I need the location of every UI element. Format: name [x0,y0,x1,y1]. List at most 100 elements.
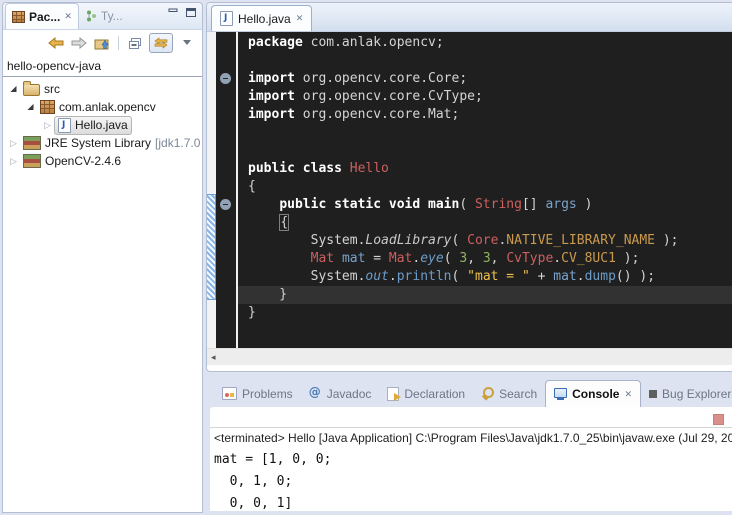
tab-hello-java[interactable]: Hello.java [211,5,312,31]
close-icon[interactable] [296,14,304,23]
code-line[interactable] [248,142,732,160]
package-explorer-icon [12,11,25,23]
tree-item-label: com.anlak.opencv [59,100,156,114]
code-text[interactable]: package com.anlak.opencv; import org.open… [238,32,732,348]
editor-area: Hello.java package com.anlak.opencv; impo… [206,2,732,372]
code-line[interactable]: { [248,178,732,196]
tab-search[interactable]: Search [473,380,545,407]
square-icon [649,390,657,398]
link-with-editor-button[interactable] [149,33,173,53]
search-icon [481,387,494,400]
code-line[interactable]: Mat mat = Mat.eye( 3, 3, CvType.CV_8UC1 … [248,250,732,268]
console-output[interactable]: mat = [1, 0, 0; 0, 1, 0; 0, 0, 1] [210,447,732,515]
tree-item-label: src [44,82,60,96]
tab-label: Console [572,387,619,401]
up-folder-icon [94,36,110,50]
tree-item-label: OpenCV-2.4.6 [45,154,121,168]
code-line[interactable]: System.out.println( "mat = " + mat.dump(… [248,268,732,286]
range-indicator-ruler[interactable] [207,32,216,348]
package-icon [40,100,55,114]
horizontal-scrollbar[interactable]: ◂ [207,348,732,365]
console-view: Problems Javadoc Declaration Search Console B… [210,380,732,511]
back-arrow-icon [48,37,64,49]
chevron-down-icon [183,40,192,46]
tab-label: Ty... [101,9,123,23]
code-line[interactable]: public class Hello [248,160,732,178]
tree-item-jre-system-library[interactable]: ▷JRE System Library [jdk1.7.0 [3,134,202,152]
maximize-icon[interactable] [186,8,196,17]
code-editor[interactable]: package com.anlak.opencv; import org.open… [207,32,732,348]
toolbar-separator [118,36,119,50]
editor-tabbar: Hello.java [207,3,732,32]
tab-type-hierarchy[interactable]: Ty... [79,3,129,29]
scroll-left-icon[interactable]: ◂ [211,353,216,362]
project-tree: ◢ src ◢ com.anlak.opencv ▷ Hello.java ▷JRE Sys… [3,77,202,170]
code-line[interactable]: { [248,214,732,232]
link-arrows-icon [154,37,168,49]
console-icon [554,388,567,400]
code-line[interactable]: } [238,286,732,304]
expand-arrow-icon[interactable]: ▷ [7,157,20,166]
collapse-arrow-icon[interactable]: ◢ [24,103,37,111]
console-status: <terminated> Hello [Java Application] C:… [210,427,732,447]
console-content: <terminated> Hello [Java Application] C:… [210,407,732,511]
java-file-icon [220,11,233,26]
expand-arrow-icon[interactable]: ▷ [41,121,54,130]
tab-label: Pac... [29,10,60,24]
tab-bug-explorer[interactable]: Bug Explorer [641,380,732,407]
tree-item-hello-java[interactable]: ▷ Hello.java [3,116,202,134]
code-line[interactable]: import org.opencv.core.Core; [248,70,732,88]
forward-button[interactable] [70,34,88,52]
tab-label: Search [499,387,537,401]
bottom-tabbar: Problems Javadoc Declaration Search Console B… [210,380,732,407]
tree-item-label: Hello.java [75,118,128,132]
tab-problems[interactable]: Problems [214,380,301,407]
go-up-button[interactable] [93,34,111,52]
terminate-icon[interactable] [713,414,724,425]
tab-label: Javadoc [327,387,372,401]
package-explorer-toolbar [3,30,202,56]
collapse-arrow-icon[interactable]: ◢ [7,85,20,93]
tab-label: Problems [242,387,293,401]
code-line[interactable]: System.LoadLibrary( Core.NATIVE_LIBRARY_… [248,232,732,250]
view-window-buttons [168,8,196,17]
view-menu-button[interactable] [178,34,196,52]
tree-item-src[interactable]: ◢ src [3,80,202,98]
code-line[interactable]: package com.anlak.opencv; [248,34,732,52]
code-line[interactable]: import org.opencv.core.CvType; [248,88,732,106]
package-folder-icon [23,84,40,96]
tab-console[interactable]: Console [545,380,641,407]
collapse-all-icon [128,37,142,50]
type-hierarchy-icon [85,10,97,22]
tab-label: Bug Explorer [662,387,731,401]
collapse-fold-icon[interactable] [220,199,231,210]
editor-tab-label: Hello.java [238,12,291,26]
forward-arrow-icon [71,37,87,49]
expand-arrow-icon[interactable]: ▷ [7,139,20,148]
collapse-fold-icon[interactable] [220,73,231,84]
javadoc-icon [309,387,322,400]
folding-ruler[interactable] [216,32,236,348]
tree-item-opencv-2-4-6[interactable]: ▷ OpenCV-2.4.6 [3,152,202,170]
minimize-icon[interactable] [168,8,178,17]
code-line[interactable]: import org.opencv.core.Mat; [248,106,732,124]
console-toolbar [210,407,732,427]
close-icon[interactable] [64,12,72,21]
selection-range-indicator [207,194,216,300]
code-line[interactable]: } [248,304,732,322]
tab-javadoc[interactable]: Javadoc [301,380,380,407]
collapse-all-button[interactable] [126,34,144,52]
tab-label: Declaration [404,387,465,401]
close-icon[interactable] [624,390,632,399]
tree-item-com-anlak-opencv[interactable]: ◢ com.anlak.opencv [3,98,202,116]
tab-package-explorer[interactable]: Pac... [5,3,79,29]
tree-item-suffix: [jdk1.7.0 [155,136,200,150]
declaration-icon [387,387,399,401]
package-explorer-view: Pac... Ty... [2,2,203,513]
code-line[interactable] [248,52,732,70]
code-line[interactable] [248,124,732,142]
tab-declaration[interactable]: Declaration [379,380,473,407]
left-view-tabbar: Pac... Ty... [3,3,202,30]
code-line[interactable]: public static void main( String[] args ) [248,196,732,214]
back-button[interactable] [47,34,65,52]
